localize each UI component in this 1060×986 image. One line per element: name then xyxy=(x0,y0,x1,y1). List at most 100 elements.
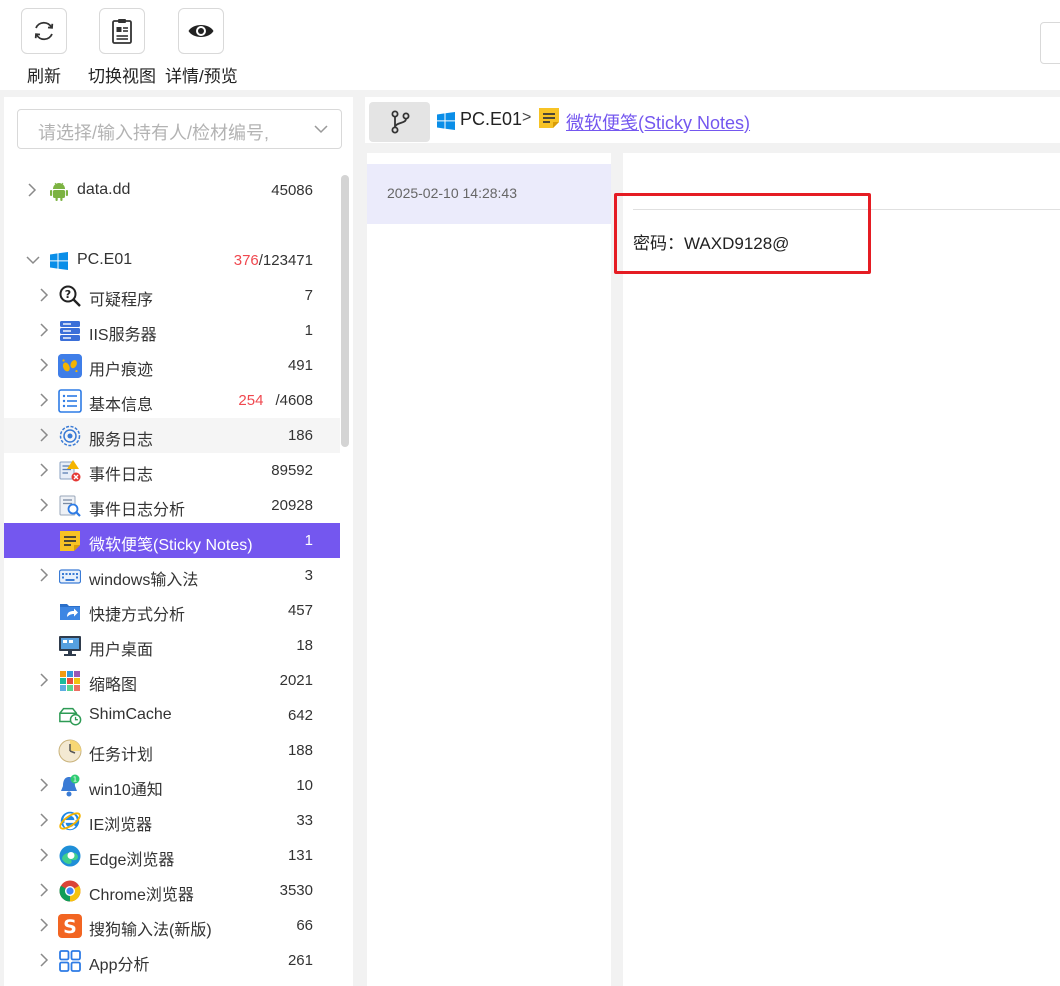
list-item[interactable]: 2025-02-10 14:28:43 xyxy=(367,164,611,224)
tree-item-count-total: 642 xyxy=(287,707,313,724)
tree-item-count-total: 18 xyxy=(296,637,313,654)
branch-icon xyxy=(391,110,409,134)
refresh-button[interactable]: 刷新 xyxy=(8,8,80,87)
clock-icon xyxy=(58,739,82,763)
tree-item-selected[interactable]: 微软便笺(Sticky Notes) 1 xyxy=(4,523,340,558)
branch-button[interactable] xyxy=(369,102,430,142)
clipboard-icon xyxy=(99,8,145,54)
tree-item-count-total: 491 xyxy=(287,357,313,374)
tree-item[interactable]: 事件日志 89592 xyxy=(4,453,340,488)
tree-item[interactable]: ShimCache 642 xyxy=(4,698,340,733)
tree-item[interactable]: 1 win10通知 10 xyxy=(4,768,340,803)
tree-item-count-total: 131 xyxy=(287,847,313,864)
chevron-right-icon[interactable] xyxy=(38,953,50,967)
chevron-right-icon[interactable] xyxy=(38,288,50,302)
chevron-right-icon[interactable] xyxy=(38,918,50,932)
detail-panel: 密码：WAXD9128@ xyxy=(623,153,1060,986)
tree-item-count: 261 xyxy=(288,952,313,969)
chevron-right-icon[interactable] xyxy=(38,393,50,407)
top-right-input[interactable] xyxy=(1040,22,1060,64)
tree-item-label: data.dd xyxy=(77,181,131,198)
tree-item-count-total: 186 xyxy=(287,427,313,444)
tree-item-label: win10通知 xyxy=(89,782,163,799)
tree-item-count: 491 xyxy=(288,357,313,374)
tree-item-count: 376/123471 xyxy=(234,252,313,269)
chevron-right-icon[interactable] xyxy=(38,778,50,792)
tree-item[interactable]: IE浏览器 33 xyxy=(4,803,340,838)
tree-item[interactable]: data.dd 45086 xyxy=(4,173,340,208)
chevron-right-icon[interactable] xyxy=(38,813,50,827)
tree-item-count-total: 33 xyxy=(296,812,313,829)
tree-item-count: 20928 xyxy=(271,497,313,514)
tree-item[interactable]: ? 可疑程序 7 xyxy=(4,278,340,313)
list-icon xyxy=(58,389,82,413)
chevron-right-icon[interactable] xyxy=(38,323,50,337)
chevron-right-icon[interactable] xyxy=(38,428,50,442)
tree-item-count: 18 xyxy=(296,637,313,654)
refresh-label: 刷新 xyxy=(27,67,61,86)
tree-item-label: IIS服务器 xyxy=(89,327,157,344)
tree-item[interactable]: IIS服务器 1 xyxy=(4,313,340,348)
toolbar: 刷新 切换视图 详情/预览 xyxy=(0,0,1060,90)
tree-scrollbar[interactable] xyxy=(341,175,349,447)
chevron-right-icon[interactable] xyxy=(38,673,50,687)
chevron-right-icon[interactable] xyxy=(38,848,50,862)
tree-item[interactable]: windows输入法 3 xyxy=(4,558,340,593)
server-icon xyxy=(58,319,82,343)
tree-item-label: 快捷方式分析 xyxy=(89,607,186,624)
tree-item[interactable]: 快捷方式分析 457 xyxy=(4,593,340,628)
edge-icon xyxy=(58,844,82,868)
tree-item-count-total: 261 xyxy=(287,952,313,969)
tree-item[interactable]: S 搜狗输入法(新版) 66 xyxy=(4,908,340,943)
chevron-down-icon[interactable] xyxy=(26,253,40,267)
tree-item-label: 用户桌面 xyxy=(89,642,154,659)
bell-icon: 1 xyxy=(58,774,82,798)
tree-item-count-total: 45086 xyxy=(271,182,313,199)
tree-item[interactable]: App分析 261 xyxy=(4,943,340,978)
tree-item-label: IE浏览器 xyxy=(89,817,153,834)
chevron-right-icon[interactable] xyxy=(38,463,50,477)
chevron-right-icon[interactable] xyxy=(38,358,50,372)
tree-item-label: ShimCache xyxy=(89,706,172,723)
detail-preview-button[interactable]: 详情/预览 xyxy=(165,8,238,87)
tree-item[interactable]: 用户桌面 18 xyxy=(4,628,340,663)
tree-item[interactable]: 缩略图 2021 xyxy=(4,663,340,698)
chevron-right-icon[interactable] xyxy=(38,568,50,582)
tree-item[interactable]: Edge浏览器 131 xyxy=(4,838,340,873)
tree-item-label: windows输入法 xyxy=(89,572,199,589)
android-icon xyxy=(47,179,71,203)
tree-item[interactable]: Chrome浏览器 3530 xyxy=(4,873,340,908)
chevron-right-icon[interactable] xyxy=(26,183,38,197)
tree-item[interactable]: 事件日志分析 20928 xyxy=(4,488,340,523)
tree-item[interactable]: PC.E01 376/123471 xyxy=(4,243,340,278)
tree-item-count-total: 3530 xyxy=(279,882,313,899)
eye-icon xyxy=(178,8,224,54)
chevron-right-icon[interactable] xyxy=(38,498,50,512)
tree-item-count: 33 xyxy=(296,812,313,829)
breadcrumb-pc[interactable]: PC.E01 xyxy=(460,109,522,130)
tree-item-count-flagged: 254 xyxy=(238,392,264,409)
tree-item-count-total: 7 xyxy=(304,287,313,304)
tree-item-count: 2021 xyxy=(280,672,313,689)
tree-item[interactable]: 服务日志 186 xyxy=(4,418,340,453)
breadcrumb-current[interactable]: 微软便笺(Sticky Notes) xyxy=(566,109,750,135)
keyboard-icon xyxy=(58,564,82,588)
tree-item-count: 1 xyxy=(305,322,313,339)
tree-item-count-total: 3 xyxy=(304,567,313,584)
tree-item-count: 642 xyxy=(288,707,313,724)
evidence-search-select[interactable]: 请选择/输入持有人/检材编号, xyxy=(17,109,342,149)
tree-item[interactable]: 基本信息 254/4608 xyxy=(4,383,340,418)
thumbnail-icon xyxy=(58,669,82,693)
chevron-right-icon[interactable] xyxy=(38,883,50,897)
tree-item-count: 1 xyxy=(305,532,313,549)
tree-item[interactable]: 任务计划 188 xyxy=(4,733,340,768)
tree-item-label: 事件日志 xyxy=(89,467,154,484)
switch-view-button[interactable]: 切换视图 xyxy=(86,8,158,87)
tree-item-label: Edge浏览器 xyxy=(89,852,175,869)
shortcut-icon xyxy=(58,599,82,623)
tree-item-count-total: 457 xyxy=(287,602,313,619)
sticky-notes-icon xyxy=(58,529,82,553)
tree-item[interactable]: 用户痕迹 491 xyxy=(4,348,340,383)
windows-icon xyxy=(437,112,455,135)
tree-item-count: 66 xyxy=(296,917,313,934)
